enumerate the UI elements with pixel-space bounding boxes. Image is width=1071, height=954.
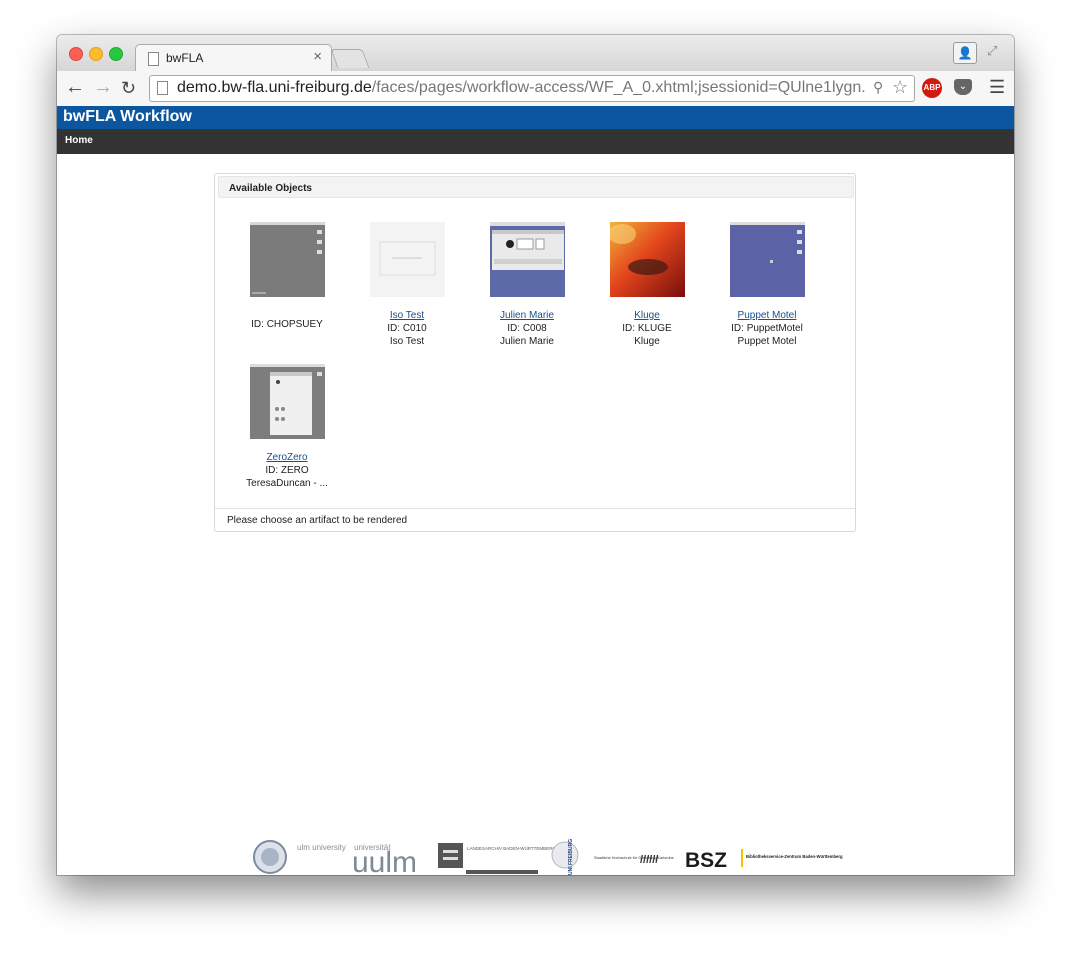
object-link[interactable]: Julien Marie	[467, 309, 587, 322]
panel-footer-text: Please choose an artifact to be rendered	[227, 515, 408, 526]
available-objects-panel: Available Objects ID: CHOPSUEY Iso Test …	[214, 173, 856, 532]
object-link[interactable]: Iso Test	[347, 309, 467, 322]
object-item: ID: CHOPSUEY	[227, 222, 347, 331]
nav-home-link[interactable]: Home	[65, 135, 93, 146]
object-description: Iso Test	[389, 336, 425, 347]
address-bar[interactable]: demo.bw-fla.uni-freiburg.de/faces/pages/…	[149, 75, 915, 102]
freiburg-text: UNI FREIBURG	[568, 839, 574, 875]
back-arrow-icon[interactable]: ←	[65, 76, 85, 99]
object-thumbnail[interactable]	[609, 222, 685, 297]
object-thumbnail[interactable]	[489, 222, 565, 297]
browser-tab[interactable]: bwFLA ×	[135, 44, 332, 72]
minimize-window-button[interactable]	[89, 47, 103, 61]
object-description: Puppet Motel	[737, 336, 797, 347]
object-thumbnail[interactable]	[369, 222, 445, 297]
page-icon	[148, 52, 159, 66]
profile-icon[interactable]: 👤	[953, 42, 977, 64]
uni-seal-logo	[253, 840, 287, 874]
close-window-button[interactable]	[69, 47, 83, 61]
bsz-text: Bibliotheksservice-Zentrum Baden-Württem…	[746, 854, 843, 859]
panel-header: Available Objects	[218, 176, 854, 198]
object-thumbnail[interactable]	[249, 364, 325, 439]
browser-toolbar: ← → ↻ demo.bw-fla.uni-freiburg.de/faces/…	[57, 71, 1014, 107]
ulm-university-text: ulm university	[297, 843, 346, 852]
hfg-mark: //////	[640, 854, 658, 866]
partner-logos: ulm university universität uulm LANDESAR…	[253, 839, 843, 875]
adblock-icon[interactable]: ABP	[922, 78, 942, 98]
panel-title: Available Objects	[229, 183, 312, 194]
app-nav-bar: Home	[57, 129, 1014, 154]
menu-icon[interactable]: ☰	[989, 77, 1005, 98]
object-item: Kluge ID: KLUGE Kluge	[587, 222, 707, 348]
object-description: Kluge	[634, 336, 660, 347]
object-item: Julien Marie ID: C008 Julien Marie	[467, 222, 587, 348]
abstract-orange-image	[609, 222, 685, 297]
object-id: ID: KLUGE	[622, 323, 672, 334]
reload-icon[interactable]: ↻	[121, 78, 136, 99]
object-link[interactable]: Puppet Motel	[707, 309, 827, 322]
maximize-window-button[interactable]	[109, 47, 123, 61]
panel-divider	[215, 508, 855, 509]
purple-desktop-image	[729, 222, 805, 297]
grey-window-image	[249, 364, 325, 439]
hfg-text: Staatliche Hochschule für Gestaltung Kar…	[594, 856, 674, 860]
object-id: ID: C010	[387, 323, 427, 334]
app-title: bwFLA Workflow	[63, 108, 192, 125]
title-bar: bwFLA × 👤 ⤢	[57, 35, 1014, 72]
object-id: ID: PuppetMotel	[731, 323, 803, 334]
object-item: ZeroZero ID: ZERO TeresaDuncan - ...	[227, 364, 347, 490]
page-icon	[157, 81, 168, 95]
bookmark-star-icon[interactable]: ☆	[892, 77, 908, 98]
grey-desktop-image	[249, 222, 325, 297]
object-link[interactable]: Kluge	[587, 309, 707, 322]
zoom-search-icon[interactable]: ⚲	[873, 79, 883, 96]
url-host: demo.bw-fla.uni-freiburg.de	[177, 79, 372, 96]
tab-title: bwFLA	[166, 51, 204, 65]
object-thumbnail[interactable]	[249, 222, 325, 297]
url-text[interactable]: demo.bw-fla.uni-freiburg.de/faces/pages/…	[177, 79, 867, 97]
forward-arrow-icon[interactable]: →	[93, 76, 113, 99]
light-placeholder-image	[369, 222, 445, 297]
pocket-icon[interactable]: ⌄	[954, 79, 972, 95]
landesarchiv-text: LANDESARCHIV BADEN-WÜRTTEMBERG	[467, 845, 556, 851]
object-thumbnail[interactable]	[729, 222, 805, 297]
object-id: ID: CHOPSUEY	[251, 319, 323, 330]
object-description: TeresaDuncan - ...	[246, 478, 328, 489]
bsz-logo: BSZ	[685, 849, 727, 872]
object-id: ID: C008	[507, 323, 547, 334]
new-tab-button[interactable]	[330, 49, 370, 68]
browser-window: bwFLA × 👤 ⤢ ← → ↻ demo.bw-fla.uni-freibu…	[57, 35, 1014, 875]
uulm-logo: uulm	[352, 846, 417, 875]
bsz-divider	[741, 849, 743, 867]
uni-freiburg-logo	[551, 841, 579, 869]
object-link[interactable]: ZeroZero	[227, 451, 347, 464]
fullscreen-icon[interactable]: ⤢	[987, 43, 997, 59]
url-path: /faces/pages/workflow-access/WF_A_0.xhtm…	[371, 79, 867, 96]
object-id: ID: ZERO	[265, 465, 309, 476]
tab-close-icon[interactable]: ×	[313, 48, 322, 65]
object-description: Julien Marie	[500, 336, 554, 347]
object-item: Puppet Motel ID: PuppetMotel Puppet Mote…	[707, 222, 827, 348]
object-item: Iso Test ID: C010 Iso Test	[347, 222, 467, 348]
app-header: bwFLA Workflow	[57, 106, 1014, 129]
mac-window-image	[489, 222, 565, 297]
